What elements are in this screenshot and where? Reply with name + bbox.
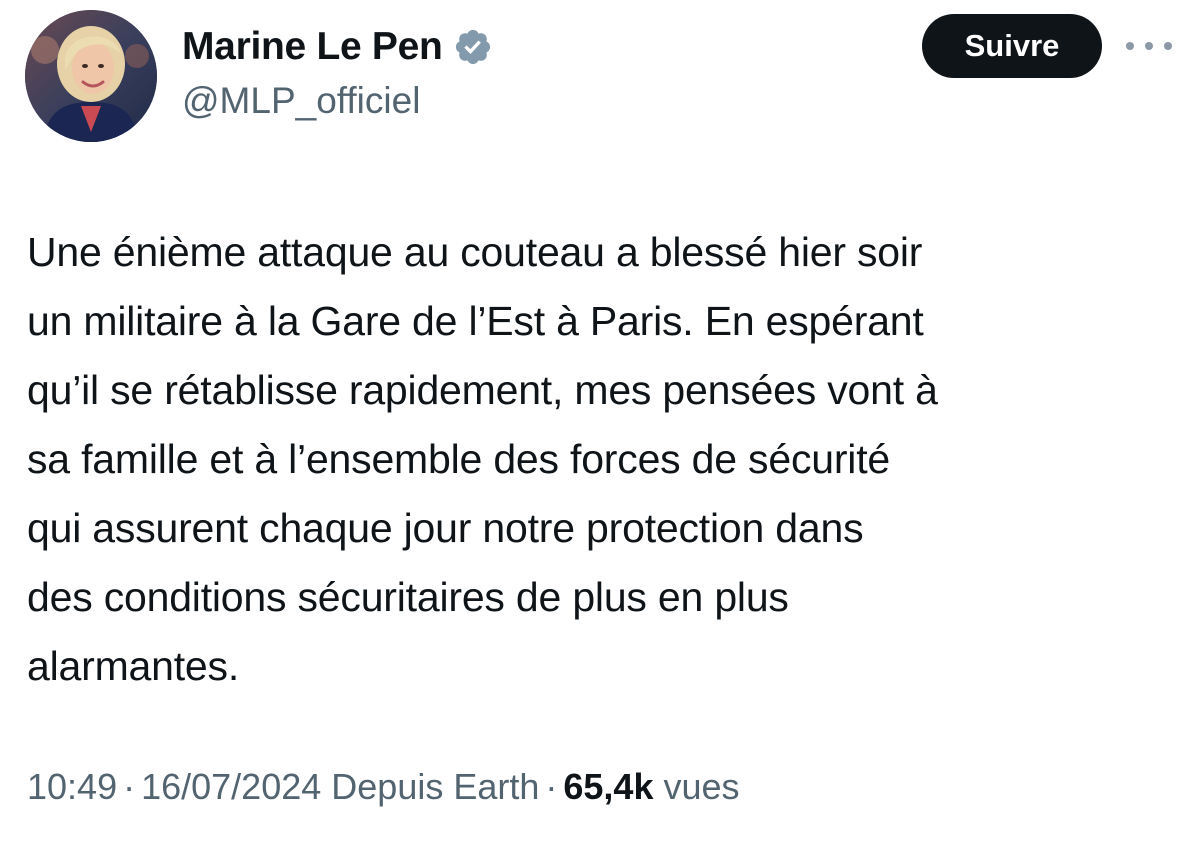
dot [1126,42,1134,50]
meta-separator: · [123,766,136,807]
dot [1145,42,1153,50]
meta-separator: · [545,766,558,807]
author-info: Marine Le Pen @MLP_officiel [182,22,493,122]
views-count: 65,4k [563,766,654,807]
tweet-meta: 10:49 · 16/07/2024 Depuis Earth · 65,4k … [27,766,740,808]
views-label: vues [663,766,740,807]
verified-badge-icon [453,27,493,67]
tweet-time[interactable]: 10:49 [27,766,117,808]
user-handle[interactable]: @MLP_officiel [182,80,493,122]
name-row: Marine Le Pen [182,22,493,72]
display-name[interactable]: Marine Le Pen [182,25,443,69]
dot [1164,42,1172,50]
avatar[interactable] [25,10,157,142]
tweet-date-source[interactable]: 16/07/2024 Depuis Earth [141,766,539,808]
tweet-card: Marine Le Pen @MLP_officiel Suivre Une é… [0,0,1200,844]
follow-button[interactable]: Suivre [922,14,1102,78]
avatar-photo [25,10,157,142]
more-horizontal-icon[interactable] [1126,38,1172,54]
tweet-text: Une énième attaque au couteau a blessé h… [27,229,938,689]
